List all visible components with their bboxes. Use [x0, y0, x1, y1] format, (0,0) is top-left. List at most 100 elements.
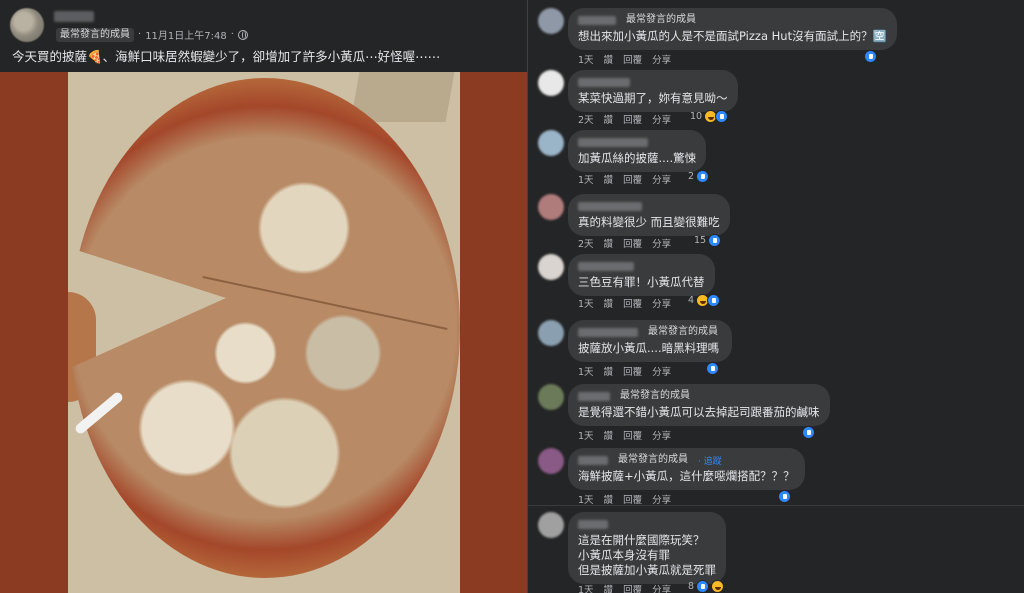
commenter-avatar[interactable] — [538, 448, 564, 474]
share-link[interactable]: 分享 — [652, 236, 671, 250]
commenter-avatar[interactable] — [538, 320, 564, 346]
like-link[interactable]: 讚 — [604, 296, 614, 310]
comment-header — [578, 75, 728, 89]
reply-link[interactable]: 回覆 — [623, 112, 642, 126]
commenter-avatar[interactable] — [538, 254, 564, 280]
author-name-blurred[interactable] — [54, 11, 94, 22]
like-link[interactable]: 讚 — [604, 492, 614, 506]
commenter-avatar[interactable] — [538, 194, 564, 220]
comment-time[interactable]: 1天 — [578, 582, 594, 593]
like-reaction-icon — [802, 426, 815, 439]
comment-text: 真的料變很少 而且變很難吃 — [578, 215, 720, 229]
reaction-summary[interactable]: 2 — [688, 170, 710, 183]
comment-actions: 1天 讚 回覆 分享 — [578, 172, 671, 186]
commenter-avatar[interactable] — [538, 384, 564, 410]
commenter-avatar[interactable] — [538, 512, 564, 538]
share-link[interactable]: 分享 — [652, 582, 671, 593]
commenter-name-blurred[interactable] — [578, 391, 610, 401]
comment-time[interactable]: 1天 — [578, 296, 594, 310]
comment-actions: 1天 讚 回覆 分享 — [578, 364, 671, 378]
like-link[interactable]: 讚 — [604, 428, 614, 442]
comment-header: 最常發言的成員 — [578, 13, 887, 27]
commenter-name-blurred[interactable] — [578, 519, 608, 529]
reaction-summary[interactable] — [864, 50, 877, 63]
reaction-summary[interactable]: 8 — [688, 580, 725, 593]
comment-actions: 1天 讚 回覆 分享 — [578, 428, 671, 442]
like-reaction-icon — [707, 294, 721, 307]
commenter-avatar[interactable] — [538, 8, 564, 34]
reaction-summary[interactable]: 10 — [690, 110, 729, 123]
like-reaction-icon — [696, 170, 710, 183]
reaction-summary[interactable] — [706, 362, 719, 375]
share-link[interactable]: 分享 — [652, 492, 671, 506]
comment-text: 是覺得還不錯小黃瓜可以去掉起司跟番茄的鹹味 — [578, 405, 820, 419]
share-link[interactable]: 分享 — [652, 112, 671, 126]
reply-link[interactable]: 回覆 — [623, 428, 642, 442]
post-card: 最常發言的成員 · 11月1日上午7:48 · 今天買的披薩🍕、海鮮口味居然蝦變… — [0, 0, 527, 593]
reply-link[interactable]: 回覆 — [623, 236, 642, 250]
meta-separator: · — [138, 29, 142, 40]
reply-link[interactable]: 回覆 — [623, 52, 642, 66]
reaction-summary[interactable]: 4 — [688, 294, 721, 307]
share-link[interactable]: 分享 — [652, 52, 671, 66]
like-link[interactable]: 讚 — [604, 582, 614, 593]
share-link[interactable]: 分享 — [652, 428, 671, 442]
like-link[interactable]: 讚 — [604, 52, 614, 66]
comment-time[interactable]: 2天 — [578, 112, 594, 126]
screenshot-root: 最常發言的成員 · 11月1日上午7:48 · 今天買的披薩🍕、海鮮口味居然蝦變… — [0, 0, 1024, 593]
reaction-summary[interactable] — [802, 426, 815, 439]
comment-time[interactable]: 1天 — [578, 172, 594, 186]
comment-text-line: 這是在開什麼國際玩笑？ — [578, 533, 705, 547]
reply-link[interactable]: 回覆 — [623, 172, 642, 186]
comment-text-line: 小黃瓜本身沒有罪 — [578, 548, 670, 562]
comment-header: 最常發言的成員 · 追蹤 — [578, 453, 795, 467]
reaction-summary[interactable]: 15 — [694, 234, 722, 247]
follow-link[interactable]: · 追蹤 — [698, 454, 722, 467]
commenter-name-blurred[interactable] — [578, 327, 638, 337]
comment-time[interactable]: 1天 — [578, 364, 594, 378]
reply-link[interactable]: 回覆 — [623, 364, 642, 378]
commenter-name-blurred[interactable] — [578, 201, 642, 211]
like-reaction-icon — [864, 50, 877, 63]
top-contributor-badge: 最常發言的成員 — [616, 389, 694, 403]
like-link[interactable]: 讚 — [604, 364, 614, 378]
author-avatar[interactable] — [10, 8, 44, 42]
commenter-avatar[interactable] — [538, 130, 564, 156]
commenter-avatar[interactable] — [538, 70, 564, 96]
comment-time[interactable]: 2天 — [578, 236, 594, 250]
commenter-name-blurred[interactable] — [578, 137, 648, 147]
post-text: 今天買的披薩🍕、海鮮口味居然蝦變少了，卻增加了許多小黃瓜⋯好怪喔⋯⋯ — [12, 49, 441, 64]
comment-bubble: 真的料變很少 而且變很難吃 — [568, 194, 730, 236]
post-photo[interactable] — [0, 72, 527, 593]
commenter-name-blurred[interactable] — [578, 15, 616, 25]
comment-header — [578, 517, 716, 531]
reaction-count: 10 — [690, 111, 703, 122]
like-link[interactable]: 讚 — [604, 236, 614, 250]
commenter-name-blurred[interactable] — [578, 455, 608, 465]
comment-bubble: 加黃瓜絲的披薩....驚悚 — [568, 130, 707, 172]
share-link[interactable]: 分享 — [652, 364, 671, 378]
like-reaction-icon — [778, 490, 791, 503]
comment-time[interactable]: 1天 — [578, 428, 594, 442]
comment-header — [578, 259, 705, 273]
top-contributor-badge: 最常發言的成員 — [56, 27, 134, 42]
comment-bubble: 最常發言的成員 想出來加小黃瓜的人是不是面試Pizza Hut沒有面試上的？🈳 — [568, 8, 897, 50]
comment-bubble: 最常發言的成員 · 追蹤 海鮮披薩+小黃瓜，這什麼噁爛搭配？？？ — [568, 448, 805, 490]
post-timestamp[interactable]: 11月1日上午7:48 — [145, 27, 227, 42]
comment-time[interactable]: 1天 — [578, 52, 594, 66]
like-link[interactable]: 讚 — [604, 172, 614, 186]
comment-text: 三色豆有罪！小黃瓜代替 — [578, 275, 705, 289]
commenter-name-blurred[interactable] — [578, 261, 634, 271]
reply-link[interactable]: 回覆 — [623, 582, 642, 593]
comment-actions: 1天 讚 回覆 分享 — [578, 52, 671, 66]
like-link[interactable]: 讚 — [604, 112, 614, 126]
reply-link[interactable]: 回覆 — [623, 296, 642, 310]
commenter-name-blurred[interactable] — [578, 77, 630, 87]
share-link[interactable]: 分享 — [652, 296, 671, 310]
share-link[interactable]: 分享 — [652, 172, 671, 186]
comment-time[interactable]: 1天 — [578, 492, 594, 506]
reply-link[interactable]: 回覆 — [623, 492, 642, 506]
reaction-summary[interactable] — [778, 490, 791, 503]
like-reaction-icon — [706, 362, 719, 375]
comment-text: 海鮮披薩+小黃瓜，這什麼噁爛搭配？？？ — [578, 469, 795, 483]
